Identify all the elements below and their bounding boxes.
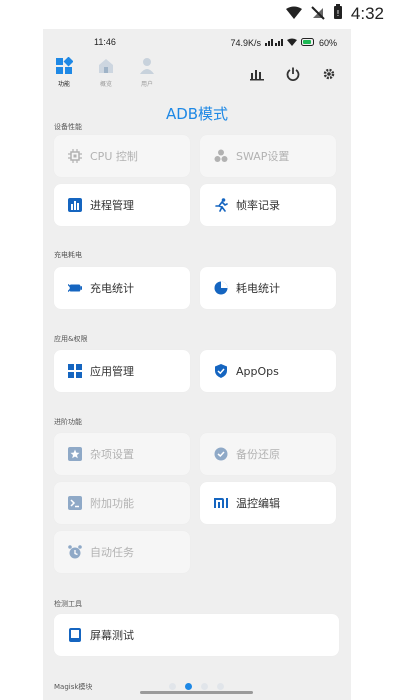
app-screen: 11:46 74.9K/s 60% 功能 概览 用户 ADB模式 设备性能 CP…	[43, 29, 351, 700]
backup-icon	[214, 447, 228, 461]
chart-bars-icon	[68, 198, 82, 212]
fps-record-card[interactable]: 帧率记录	[200, 184, 336, 226]
section-apps: 应用&权限	[54, 335, 88, 343]
auto-task-label: 自动任务	[90, 546, 134, 559]
svg-text:!: !	[336, 9, 339, 18]
system-status-bar: ! 4:32	[0, 0, 394, 28]
charge-stats-label: 充电统计	[90, 282, 134, 295]
misc-settings-label: 杂项设置	[90, 448, 134, 461]
section-advanced: 进阶功能	[54, 418, 82, 426]
stats-icon[interactable]	[250, 67, 264, 85]
mi-logo-icon	[214, 496, 228, 510]
pager-dot[interactable]	[169, 683, 176, 690]
battery-indicator	[300, 37, 315, 48]
system-time: 4:32	[350, 4, 384, 23]
wifi-icon-small	[286, 38, 297, 48]
addon-features-label: 附加功能	[90, 497, 134, 510]
running-icon	[214, 198, 228, 212]
battery-level: 60%	[318, 37, 337, 48]
thermal-editor-card[interactable]: 温控编辑	[200, 482, 336, 524]
section-charge: 充电耗电	[54, 251, 82, 259]
screen-icon	[68, 628, 82, 642]
app-manager-card[interactable]: 应用管理	[54, 350, 190, 392]
process-manager-card[interactable]: 进程管理	[54, 184, 190, 226]
swap-icon	[214, 149, 228, 163]
tab-overview[interactable]: 概览	[91, 57, 121, 88]
power-stats-card[interactable]: 耗电统计	[200, 267, 336, 309]
swap-settings-card[interactable]: SWAP设置	[200, 135, 336, 177]
pie-chart-icon	[214, 281, 228, 295]
signal-icon	[264, 37, 283, 48]
no-sim-icon	[311, 5, 325, 24]
star-box-icon	[68, 447, 82, 461]
page-title: ADB模式	[165, 105, 229, 123]
battery-icon: !	[333, 4, 343, 24]
user-icon	[140, 58, 154, 74]
settings-gear-icon[interactable]	[322, 67, 336, 85]
misc-settings-card[interactable]: 杂项设置	[54, 433, 190, 475]
top-nav: 功能 概览 用户	[43, 57, 351, 97]
net-speed: 74.9K/s	[230, 37, 261, 48]
page-indicator	[43, 680, 351, 700]
fps-record-label: 帧率记录	[236, 199, 280, 212]
tab-features-label: 功能	[57, 81, 70, 88]
tab-features[interactable]: 功能	[49, 57, 79, 88]
addon-features-card[interactable]: 附加功能	[54, 482, 190, 524]
apps-grid-icon	[68, 364, 82, 378]
pager-dot[interactable]	[201, 683, 208, 690]
appops-label: AppOps	[236, 364, 279, 378]
power-stats-label: 耗电统计	[236, 282, 280, 295]
swap-settings-label: SWAP设置	[236, 150, 290, 163]
inner-status-bar: 11:46 74.9K/s 60%	[43, 29, 351, 55]
cpu-control-label: CPU 控制	[90, 150, 138, 163]
appops-card[interactable]: AppOps	[200, 350, 336, 392]
screen-test-label: 屏幕测试	[90, 629, 134, 642]
tab-user[interactable]: 用户	[132, 57, 162, 88]
section-device: 设备性能	[54, 123, 82, 131]
inner-time: 11:46	[94, 37, 116, 47]
thermal-editor-label: 温控编辑	[236, 497, 280, 510]
app-manager-label: 应用管理	[90, 365, 134, 378]
pager-dot[interactable]	[217, 683, 224, 690]
alarm-clock-icon	[68, 545, 82, 559]
section-test: 检测工具	[54, 600, 82, 608]
wifi-icon	[285, 5, 303, 24]
home-gesture-bar[interactable]	[140, 691, 253, 694]
tab-user-label: 用户	[140, 81, 153, 88]
cpu-control-card[interactable]: CPU 控制	[54, 135, 190, 177]
backup-restore-label: 备份还原	[236, 448, 280, 461]
auto-task-card[interactable]: 自动任务	[54, 531, 190, 573]
home-icon	[99, 59, 113, 73]
charging-battery-icon	[68, 281, 82, 295]
grid-icon	[56, 57, 73, 74]
pager-dots	[169, 683, 224, 690]
cpu-icon	[68, 149, 82, 163]
tab-overview-label: 概览	[99, 81, 112, 88]
terminal-icon	[68, 496, 82, 510]
power-icon[interactable]	[286, 67, 300, 85]
process-manager-label: 进程管理	[90, 199, 134, 212]
screen-test-card[interactable]: 屏幕测试	[54, 614, 339, 656]
pager-dot-active[interactable]	[185, 683, 192, 690]
backup-restore-card[interactable]: 备份还原	[200, 433, 336, 475]
shield-icon	[214, 364, 228, 378]
charge-stats-card[interactable]: 充电统计	[54, 267, 190, 309]
